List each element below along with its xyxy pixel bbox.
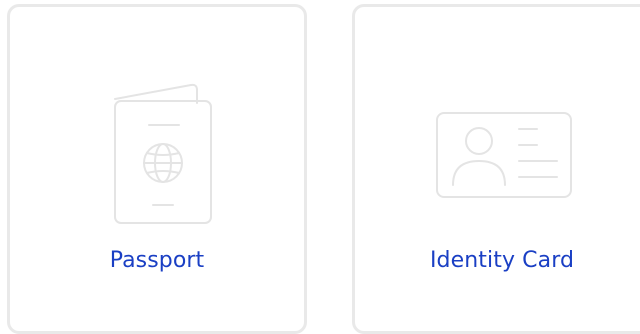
identity-card-label: Identity Card [429, 248, 575, 273]
passport-icon [10, 7, 304, 247]
passport-label: Passport [109, 248, 205, 273]
identity-card-option-card[interactable]: Identity Card [352, 4, 640, 334]
passport-option-card[interactable]: Passport [7, 4, 307, 334]
document-type-options: Passport Identity Card [0, 0, 640, 334]
id-card-icon [355, 7, 640, 247]
